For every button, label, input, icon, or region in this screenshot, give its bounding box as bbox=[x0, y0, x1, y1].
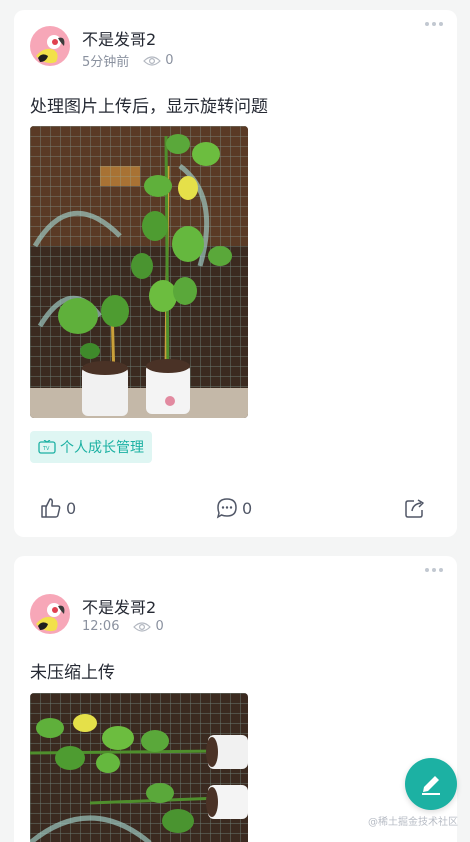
share-button[interactable] bbox=[404, 494, 430, 522]
topic-tag[interactable]: TV 个人成长管理 bbox=[30, 431, 152, 463]
view-count-value: 0 bbox=[155, 619, 164, 634]
post-time: 12:06 bbox=[82, 619, 120, 634]
post-time: 5分钟前 bbox=[82, 55, 130, 70]
svg-text:TV: TV bbox=[42, 446, 50, 452]
post-actions: 0 0 bbox=[14, 494, 457, 522]
post-card[interactable]: 不是发哥2 12:06 0 未压缩上传 bbox=[14, 556, 457, 842]
like-count: 0 bbox=[66, 498, 77, 518]
like-button[interactable]: 0 bbox=[40, 494, 76, 522]
eye-icon bbox=[133, 621, 152, 632]
view-count: 0 bbox=[133, 619, 164, 634]
share-icon bbox=[405, 499, 424, 518]
post-card[interactable]: 不是发哥2 5分钟前 0 处理图片上传后，显示旋转问题 TV 个人成长管理 0 … bbox=[14, 10, 457, 537]
comment-count: 0 bbox=[242, 498, 253, 518]
tv-icon: TV bbox=[38, 440, 56, 454]
thumbs-up-icon bbox=[41, 498, 61, 518]
post-meta: 12:06 0 bbox=[82, 619, 164, 634]
more-options-icon[interactable] bbox=[425, 22, 443, 28]
post-content[interactable]: 处理图片上传后，显示旋转问题 bbox=[30, 92, 268, 117]
comment-icon bbox=[216, 498, 237, 519]
compose-button[interactable] bbox=[405, 758, 457, 810]
more-options-icon[interactable] bbox=[425, 568, 443, 574]
comment-button[interactable]: 0 bbox=[216, 494, 252, 522]
post-image[interactable] bbox=[30, 693, 248, 842]
avatar[interactable] bbox=[30, 594, 70, 634]
author-name[interactable]: 不是发哥2 bbox=[82, 594, 156, 618]
view-count-value: 0 bbox=[165, 53, 174, 68]
pencil-icon bbox=[422, 776, 440, 795]
eye-icon bbox=[143, 55, 162, 66]
topic-tag-label: 个人成长管理 bbox=[60, 440, 144, 456]
avatar[interactable] bbox=[30, 26, 70, 66]
post-content[interactable]: 未压缩上传 bbox=[30, 658, 115, 683]
watermark: @稀土掘金技术社区 bbox=[368, 817, 458, 828]
post-meta: 5分钟前 0 bbox=[82, 51, 174, 70]
author-name[interactable]: 不是发哥2 bbox=[82, 26, 156, 50]
post-image[interactable] bbox=[30, 126, 248, 418]
view-count: 0 bbox=[143, 53, 174, 68]
